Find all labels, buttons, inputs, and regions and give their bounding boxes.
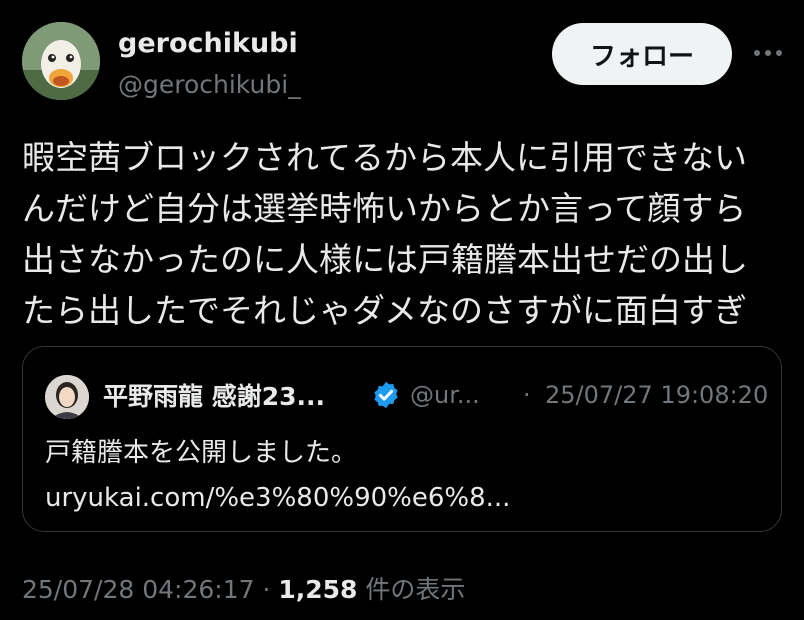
meta-separator: ·: [262, 575, 271, 604]
duck-avatar-icon: [22, 22, 100, 100]
views-label: 件の表示: [365, 575, 466, 604]
quoted-link[interactable]: uryukai.com/%e3%80%90%e6%8...: [45, 476, 510, 521]
quoted-tweet-text: 戸籍謄本を公開しました。 uryukai.com/%e3%80%90%e6%8.…: [45, 431, 510, 521]
verified-badge-icon: [374, 381, 398, 409]
tweet-text: 暇空茜ブロックされてるから本人に引用できない んだけど自分は選挙時怖いからとか言…: [22, 132, 782, 336]
tweet-text-line: んだけど自分は選挙時怖いからとか言って顔すら: [22, 189, 747, 228]
more-options-button[interactable]: [748, 38, 788, 68]
tweet-meta: 25/07/28 04:26:17 · 1,258 件の表示: [22, 570, 465, 606]
tweet-text-line: 出さなかったのに人様には戸籍謄本出せだの出し: [22, 240, 748, 279]
more-dots-icon: [754, 50, 782, 56]
quoted-tweet-timestamp[interactable]: 25/07/27 19:08:20: [545, 381, 768, 409]
quoted-author-name[interactable]: 平野雨龍 感謝23...: [103, 377, 325, 413]
follow-button[interactable]: フォロー: [552, 23, 732, 85]
tweet-text-line: 暇空茜ブロックされてるから本人に引用できない: [22, 138, 748, 177]
meta-separator: ·: [523, 381, 531, 409]
quoted-tweet-card[interactable]: 平野雨龍 感謝23... @ur... · 25/07/27 19:08:20 …: [22, 346, 782, 532]
author-handle[interactable]: @gerochikubi_: [118, 70, 301, 99]
author-avatar[interactable]: [22, 22, 100, 100]
quoted-author-avatar[interactable]: [45, 375, 89, 419]
person-avatar-icon: [45, 375, 89, 419]
author-display-name[interactable]: gerochikubi: [118, 28, 298, 59]
views-count: 1,258: [278, 575, 358, 604]
tweet-text-line: たら出したでそれじゃダメなのさすがに面白すぎ: [22, 291, 748, 330]
quoted-author-handle[interactable]: @ur...: [410, 381, 480, 409]
tweet-timestamp[interactable]: 25/07/28 04:26:17: [22, 575, 255, 604]
quoted-text-line: 戸籍謄本を公開しました。: [45, 438, 358, 468]
